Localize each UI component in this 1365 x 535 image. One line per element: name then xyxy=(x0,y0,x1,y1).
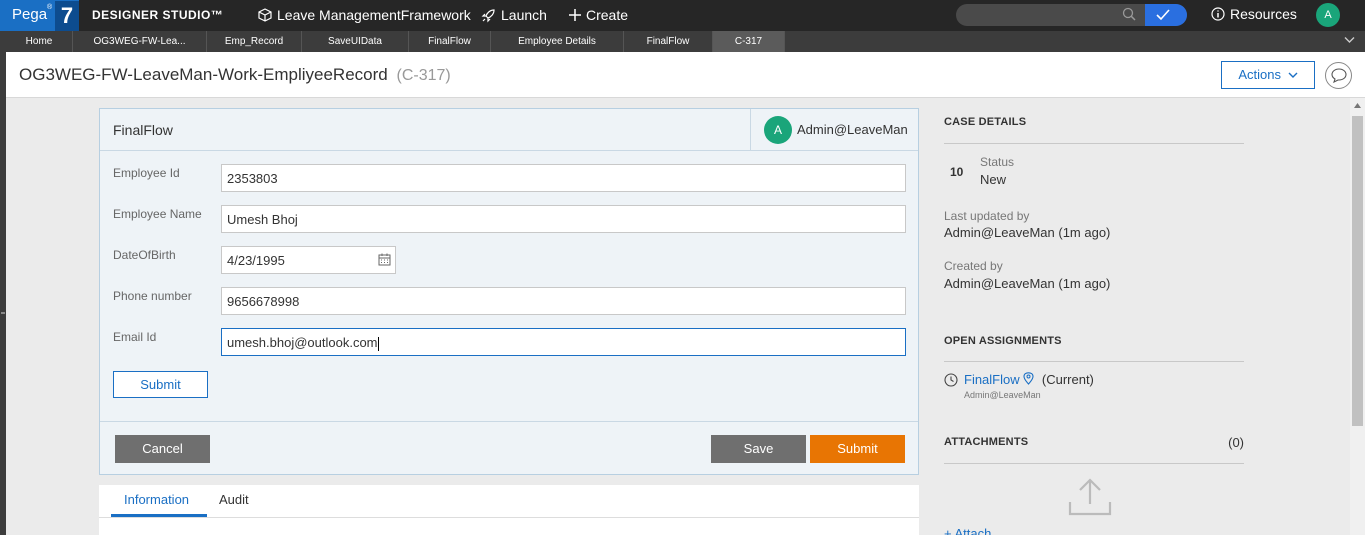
status-value: New xyxy=(980,172,1007,187)
save-button[interactable]: Save xyxy=(711,435,806,463)
application-name: Leave ManagementFramework xyxy=(277,7,471,23)
tab-emp-record[interactable]: Emp_Record xyxy=(207,31,302,52)
text-cursor xyxy=(377,336,379,351)
status-label: Status xyxy=(980,155,1015,169)
assignment-panel: FinalFlow A Admin@LeaveMan Employee Id 2… xyxy=(99,108,919,475)
upload-icon[interactable] xyxy=(1068,478,1112,516)
logo-text: Pega xyxy=(12,6,48,23)
assignee-name: Admin@LeaveMan xyxy=(797,122,908,137)
divider xyxy=(944,463,1244,464)
logo-version: 7 xyxy=(55,1,79,31)
create-menu[interactable]: Create xyxy=(569,7,628,23)
date-of-birth-label: DateOfBirth xyxy=(113,248,176,262)
page-scrollbar[interactable] xyxy=(1350,98,1365,535)
case-info-tabs: Information Audit xyxy=(99,485,919,535)
assignment-title: FinalFlow xyxy=(113,122,173,138)
phone-number-field[interactable]: 9656678998 xyxy=(221,287,906,315)
speech-bubble-icon xyxy=(1331,68,1347,83)
case-details-heading: CASE DETAILS xyxy=(944,116,1027,128)
plus-icon xyxy=(569,9,581,21)
employee-name-field[interactable]: Umesh Bhoj xyxy=(221,205,906,233)
search-submit-button[interactable] xyxy=(1145,4,1187,26)
tab-c-317[interactable]: C-317 xyxy=(713,31,785,52)
actions-label: Actions xyxy=(1238,67,1281,82)
launch-menu[interactable]: Launch xyxy=(481,7,547,23)
urgency-value: 10 xyxy=(950,165,964,179)
application-menu[interactable]: Leave ManagementFramework xyxy=(258,7,471,23)
assignment-link[interactable]: FinalFlow xyxy=(964,372,1020,387)
tab-og3weg[interactable]: OG3WEG-FW-Lea... xyxy=(73,31,207,52)
launch-label: Launch xyxy=(501,7,547,23)
left-panel-toggle[interactable] xyxy=(0,52,6,535)
panel-footer: Cancel Save Submit xyxy=(100,421,918,474)
divider xyxy=(944,143,1244,144)
attachments-heading: ATTACHMENTS xyxy=(944,436,1029,448)
tab-employee-details[interactable]: Employee Details xyxy=(491,31,624,52)
open-assignments-heading: OPEN ASSIGNMENTS xyxy=(944,335,1062,347)
studio-name: DESIGNER STUDIO™ xyxy=(92,8,224,22)
resources-menu[interactable]: Resources xyxy=(1211,6,1297,22)
assignment-current-label: (Current) xyxy=(1041,372,1094,387)
tabs-divider xyxy=(99,517,919,518)
create-label: Create xyxy=(586,7,629,23)
last-updated-value: Admin@LeaveMan (1m ago) xyxy=(944,225,1111,240)
assignment-item: FinalFlow (Current) xyxy=(964,372,1094,387)
email-id-field[interactable]: umesh.bhoj@outlook.com xyxy=(221,328,906,356)
tab-information[interactable]: Information xyxy=(124,492,189,507)
case-header: OG3WEG-FW-LeaveMan-Work-EmpliyeeRecord (… xyxy=(6,52,1365,98)
assigned-user: A Admin@LeaveMan xyxy=(750,109,918,151)
email-id-value: umesh.bhoj@outlook.com xyxy=(227,335,378,350)
workspace-tabs: Home OG3WEG-FW-Lea... Emp_Record SaveUID… xyxy=(0,31,1365,52)
panel-header: FinalFlow A Admin@LeaveMan xyxy=(100,109,918,151)
date-of-birth-field[interactable]: 4/23/1995 xyxy=(221,246,396,274)
tab-finalflow-2[interactable]: FinalFlow xyxy=(624,31,713,52)
attach-link[interactable]: + Attach xyxy=(944,526,991,535)
phone-number-label: Phone number xyxy=(113,289,192,303)
created-by-value: Admin@LeaveMan (1m ago) xyxy=(944,276,1111,291)
case-id: (C-317) xyxy=(396,67,451,84)
created-by-label: Created by xyxy=(944,259,1003,273)
check-icon xyxy=(1156,9,1170,21)
employee-id-field[interactable]: 2353803 xyxy=(221,164,906,192)
tab-saveuidata[interactable]: SaveUIData xyxy=(302,31,409,52)
chevron-down-icon[interactable] xyxy=(1344,36,1355,44)
calendar-icon[interactable] xyxy=(378,253,391,266)
grip-icon xyxy=(1,312,5,314)
logo-registered-mark: ® xyxy=(47,4,53,11)
active-tab-indicator xyxy=(111,514,207,517)
section-submit-button[interactable]: Submit xyxy=(113,371,208,398)
case-type-label: OG3WEG-FW-LeaveMan-Work-EmpliyeeRecord xyxy=(19,65,388,84)
case-title: OG3WEG-FW-LeaveMan-Work-EmpliyeeRecord (… xyxy=(19,65,451,85)
email-id-label: Email Id xyxy=(113,330,157,344)
pulse-comment-button[interactable] xyxy=(1325,62,1352,89)
assignment-user: Admin@LeaveMan xyxy=(964,390,1041,400)
search-icon[interactable] xyxy=(1122,7,1136,21)
resources-label: Resources xyxy=(1230,6,1297,22)
attachments-count: (0) xyxy=(1228,435,1244,450)
cancel-button[interactable]: Cancel xyxy=(115,435,210,463)
tab-finalflow[interactable]: FinalFlow xyxy=(409,31,491,52)
date-of-birth-value: 4/23/1995 xyxy=(227,253,285,268)
search-input[interactable] xyxy=(956,4,1187,26)
divider xyxy=(944,361,1244,362)
top-bar: Pega ® 7 DESIGNER STUDIO™ Leave Manageme… xyxy=(0,0,1365,31)
clock-icon xyxy=(944,373,958,387)
info-icon xyxy=(1211,7,1225,21)
user-avatar[interactable]: A xyxy=(1316,3,1340,27)
cube-icon xyxy=(258,8,272,22)
actions-button[interactable]: Actions xyxy=(1221,61,1315,89)
scroll-thumb[interactable] xyxy=(1352,116,1363,426)
rocket-icon xyxy=(481,8,495,22)
chevron-down-icon xyxy=(1288,72,1298,78)
last-updated-label: Last updated by xyxy=(944,209,1030,223)
tab-audit[interactable]: Audit xyxy=(219,492,249,507)
employee-id-label: Employee Id xyxy=(113,166,180,180)
submit-button[interactable]: Submit xyxy=(810,435,905,463)
tab-home[interactable]: Home xyxy=(6,31,73,52)
employee-name-label: Employee Name xyxy=(113,207,202,221)
assignee-avatar: A xyxy=(764,116,792,144)
scroll-up-icon[interactable] xyxy=(1354,103,1361,108)
location-pin-icon[interactable] xyxy=(1023,372,1034,385)
pega-logo[interactable]: Pega ® 7 xyxy=(0,0,79,31)
